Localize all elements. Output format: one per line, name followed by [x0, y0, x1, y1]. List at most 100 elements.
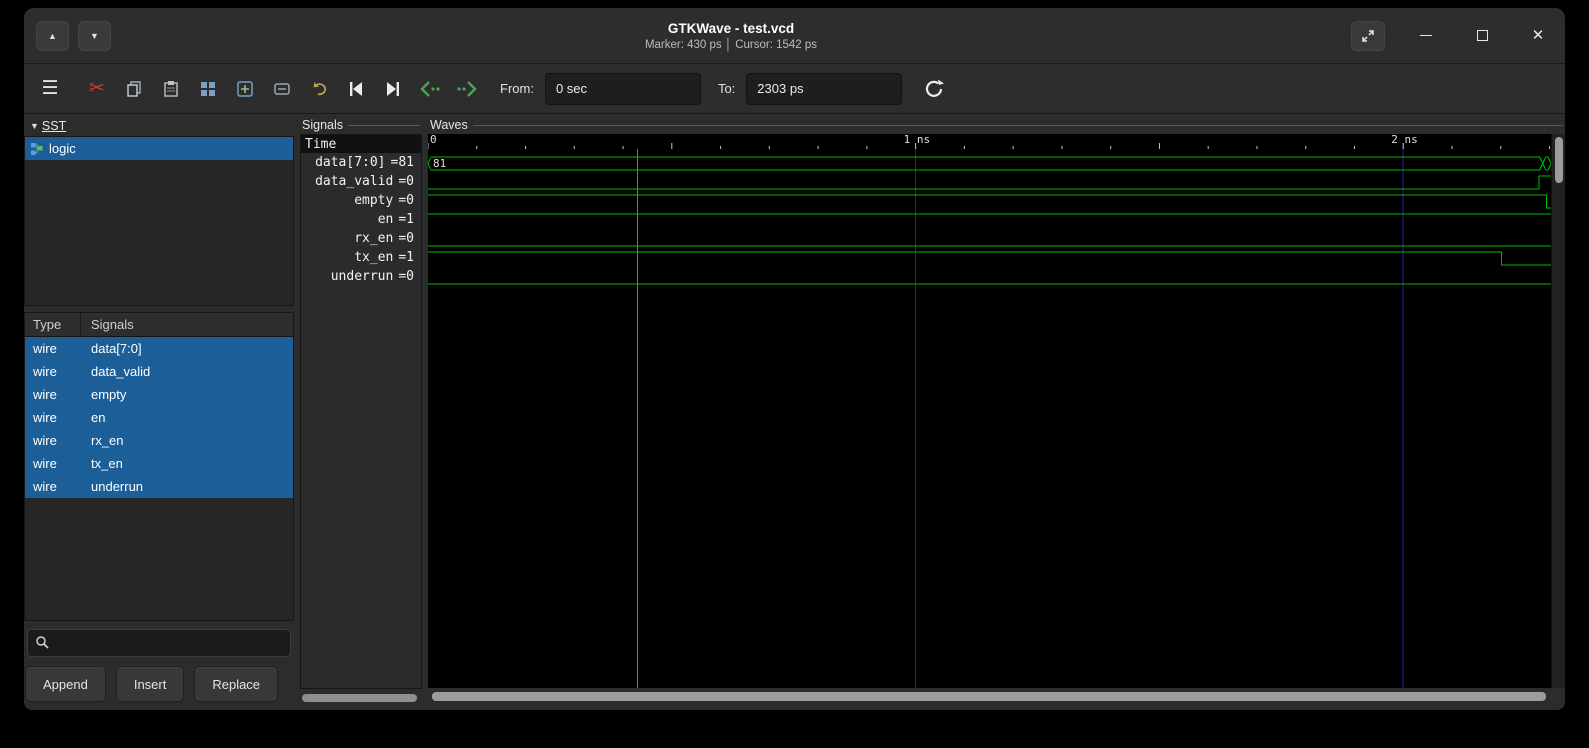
menu-button[interactable]: ☰: [34, 73, 66, 105]
wave-signal-label[interactable]: en=1: [301, 210, 421, 229]
signal-filter: [27, 629, 291, 657]
signal-name: rx_en: [354, 231, 393, 246]
tree-item-label: logic: [49, 141, 76, 156]
menu-icon: ☰: [41, 77, 58, 100]
svg-text:81: 81: [433, 157, 446, 170]
signal-name: empty: [81, 387, 126, 402]
signal-name: underrun: [81, 479, 143, 494]
table-row[interactable]: wireunderrun: [25, 475, 293, 498]
signals-list: Time data[7:0]=81data_valid=0empty =0 en=1…: [300, 134, 422, 689]
signal-name: en: [81, 410, 105, 425]
signals-pane-title: Signals: [302, 118, 343, 132]
skip-to-start-icon: [346, 79, 366, 99]
scroll-down-button[interactable]: ▼: [78, 21, 111, 51]
replace-button[interactable]: Replace: [194, 666, 278, 702]
wave-signal-label[interactable]: tx_en =1: [301, 248, 421, 267]
signal-name: empty: [354, 193, 393, 208]
paste-traces-button[interactable]: [155, 73, 187, 105]
table-row[interactable]: wiretx_en: [25, 452, 293, 475]
shift-left-button[interactable]: [414, 73, 446, 105]
wave-signal-label[interactable]: data_valid=0: [301, 172, 421, 191]
to-time-input[interactable]: [746, 73, 902, 105]
signal-type: wire: [25, 433, 81, 448]
signal-name: underrun: [331, 269, 394, 284]
window-controls: ✕: [1351, 21, 1553, 51]
to-label: To:: [718, 81, 735, 96]
append-button[interactable]: Append: [25, 666, 106, 702]
table-row[interactable]: wireempty: [25, 383, 293, 406]
scroll-up-button[interactable]: ▲: [36, 21, 69, 51]
sst-tree: logic: [24, 136, 294, 306]
wave-canvas[interactable]: 81: [428, 149, 1551, 688]
module-hierarchy-icon: [30, 142, 44, 156]
cut-traces-button[interactable]: ✂: [81, 73, 113, 105]
zoom-fit-button[interactable]: [192, 73, 224, 105]
scrollbar-thumb[interactable]: [302, 694, 417, 702]
svg-text:1 ns: 1 ns: [904, 134, 931, 146]
go-to-start-button[interactable]: [340, 73, 372, 105]
undo-button[interactable]: [303, 73, 335, 105]
insert-button[interactable]: Insert: [116, 666, 185, 702]
shift-right-button[interactable]: [451, 73, 483, 105]
go-to-end-button[interactable]: [377, 73, 409, 105]
wave-signal-label[interactable]: underrun=0: [301, 267, 421, 286]
waves-pane-title: Waves: [430, 118, 468, 132]
signal-filter-input[interactable]: [27, 629, 291, 657]
signal-type: wire: [25, 387, 81, 402]
sst-expander[interactable]: ▼ SST: [24, 116, 294, 136]
signal-value: =0: [398, 193, 414, 208]
signal-entries: data[7:0]=81data_valid=0empty=0en=1rx_en…: [301, 153, 421, 286]
fullscreen-button[interactable]: [1351, 21, 1385, 51]
expander-caret-icon: ▼: [30, 121, 39, 131]
trace-action-buttons: Append Insert Replace: [25, 666, 293, 702]
scissors-icon: ✂: [89, 77, 105, 100]
signal-value: =1: [398, 250, 414, 265]
wave-timeline[interactable]: 01 ns2 ns: [428, 134, 1551, 149]
signal-value: =0: [398, 174, 414, 189]
from-time-input[interactable]: [545, 73, 701, 105]
waves-horizontal-scrollbar[interactable]: [428, 688, 1565, 704]
window-title: GTKWave - test.vcd: [111, 21, 1351, 36]
column-header-signals: Signals: [81, 317, 134, 332]
reload-icon: [923, 78, 945, 100]
zoom-out-button[interactable]: [266, 73, 298, 105]
scrollbar-thumb[interactable]: [1555, 137, 1563, 183]
titlebar-text: GTKWave - test.vcd Marker: 430 ps │ Curs…: [111, 21, 1351, 51]
reload-button[interactable]: [918, 73, 950, 105]
signal-value: =81: [391, 155, 414, 170]
zoom-out-icon: [272, 79, 292, 99]
signal-name: rx_en: [81, 433, 124, 448]
titlebar-nav-buttons: ▲ ▼: [36, 21, 111, 51]
marker-cursor-status: Marker: 430 ps │ Cursor: 1542 ps: [111, 39, 1351, 51]
signal-type: wire: [25, 410, 81, 425]
signal-type: wire: [25, 341, 81, 356]
wave-signal-label[interactable]: data[7:0]=81: [301, 153, 421, 172]
fullscreen-icon: [1360, 28, 1376, 44]
zoom-in-button[interactable]: [229, 73, 261, 105]
paste-icon: [161, 79, 181, 99]
signals-horizontal-scrollbar[interactable]: [300, 692, 422, 704]
up-arrow-icon: ▲: [48, 31, 57, 41]
signal-name: tx_en: [354, 250, 393, 265]
table-row[interactable]: wirerx_en: [25, 429, 293, 452]
waves-vertical-scrollbar[interactable]: [1551, 134, 1565, 688]
signal-table: Type Signals wiredata[7:0]wiredata_valid…: [24, 312, 294, 621]
wave-signal-label[interactable]: empty =0: [301, 191, 421, 210]
close-icon: ✕: [1532, 28, 1545, 43]
signal-table-header: Type Signals: [25, 313, 293, 337]
wave-signal-label[interactable]: rx_en=0: [301, 229, 421, 248]
table-row[interactable]: wireen: [25, 406, 293, 429]
table-row[interactable]: wiredata[7:0]: [25, 337, 293, 360]
titlebar: ▲ ▼ GTKWave - test.vcd Marker: 430 ps │ …: [24, 8, 1565, 64]
gtkwave-window: ▲ ▼ GTKWave - test.vcd Marker: 430 ps │ …: [24, 8, 1565, 710]
time-header: Time: [301, 135, 421, 153]
tree-item-logic[interactable]: logic: [25, 137, 293, 160]
copy-traces-button[interactable]: [118, 73, 150, 105]
maximize-button[interactable]: [1467, 21, 1497, 51]
close-button[interactable]: ✕: [1523, 21, 1553, 51]
table-row[interactable]: wiredata_valid: [25, 360, 293, 383]
minimize-button[interactable]: [1411, 21, 1441, 51]
undo-icon: [309, 79, 329, 99]
zoom-in-icon: [235, 79, 255, 99]
scrollbar-thumb[interactable]: [432, 692, 1546, 701]
